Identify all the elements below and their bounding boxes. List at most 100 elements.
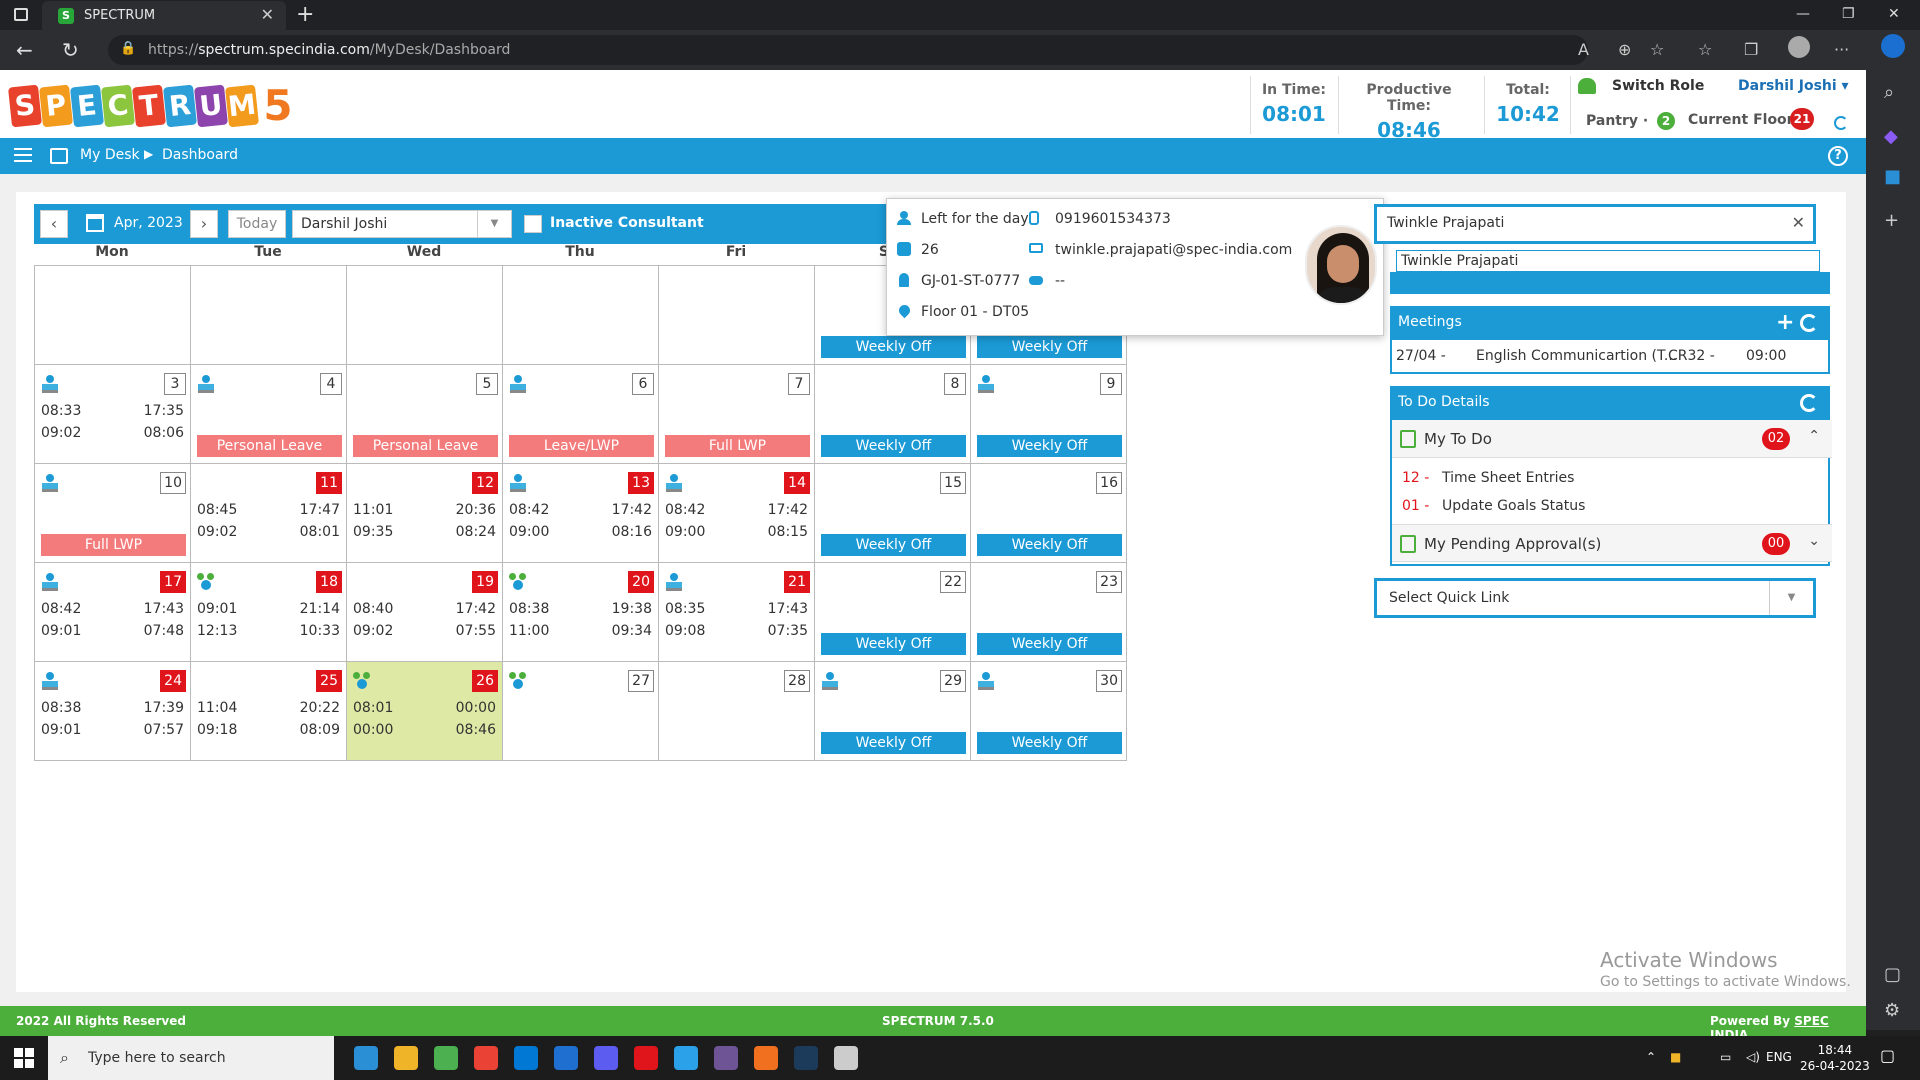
sidebar-panel-icon[interactable]: ▢ <box>1884 964 1901 985</box>
profile-avatar[interactable] <box>1788 36 1810 58</box>
new-tab-button[interactable]: + <box>296 2 314 27</box>
sidebar-search-icon[interactable]: ⌕ <box>1884 82 1894 103</box>
today-button[interactable]: Today <box>228 210 286 238</box>
read-aloud-icon[interactable]: A <box>1578 40 1589 59</box>
calendar-day-cell[interactable]: 4 Personal Leave <box>190 364 347 464</box>
calendar-day-cell[interactable]: 28 <box>658 661 815 761</box>
chevron-up-icon[interactable]: ⌃ <box>1808 428 1820 444</box>
calendar-day-cell[interactable]: 12 11:01 20:36 09:35 08:24 <box>346 463 503 563</box>
user-select[interactable]: Darshil Joshi ▼ <box>292 210 512 238</box>
calendar-day-cell[interactable]: 6 Leave/LWP <box>502 364 659 464</box>
tab-close-icon[interactable]: ✕ <box>261 5 274 24</box>
current-floor-label[interactable]: Current Floor <box>1688 112 1794 128</box>
refresh-todo-icon[interactable] <box>1800 394 1818 412</box>
calendar-day-cell[interactable]: 26 08:01 00:00 00:00 08:46 <box>346 661 503 761</box>
tray-chevron-icon[interactable]: ⌃ <box>1646 1050 1656 1064</box>
switch-role-icon[interactable] <box>1578 78 1596 94</box>
leave-label[interactable]: Personal Leave <box>353 435 498 457</box>
switch-role-link[interactable]: Switch Role <box>1612 78 1704 94</box>
hamburger-menu-icon[interactable] <box>14 148 32 162</box>
inactive-consultant-checkbox[interactable] <box>524 215 542 233</box>
calendar-day-cell[interactable]: 23 Weekly Off <box>970 562 1127 662</box>
leave-label[interactable]: Full LWP <box>665 435 810 457</box>
chevron-down-icon[interactable]: ⌄ <box>1808 533 1820 549</box>
calendar-day-cell[interactable]: 3 08:33 17:35 09:02 08:06 <box>34 364 191 464</box>
window-menu-icon[interactable] <box>14 8 28 21</box>
weekly-off-label[interactable]: Weekly Off <box>821 534 966 556</box>
skype-icon[interactable] <box>714 1046 738 1070</box>
calendar-day-cell[interactable] <box>190 265 347 365</box>
employee-email[interactable]: twinkle.prajapati@spec-india.com <box>1055 242 1292 258</box>
favorites-icon[interactable]: ☆ <box>1698 40 1712 59</box>
calendar-day-cell[interactable] <box>346 265 503 365</box>
leave-label[interactable]: Full LWP <box>41 534 186 556</box>
tray-network-icon[interactable]: ▭ <box>1720 1050 1731 1064</box>
my-todo-row[interactable]: My To Do 02 ⌃ <box>1392 420 1832 458</box>
github-icon[interactable] <box>754 1046 778 1070</box>
calendar-day-cell[interactable] <box>502 265 659 365</box>
pantry-label[interactable]: Pantry · 2 <box>1586 112 1676 130</box>
calendar-day-cell[interactable]: 25 11:04 20:22 09:18 08:09 <box>190 661 347 761</box>
weekly-off-label[interactable]: Weekly Off <box>977 534 1122 556</box>
breadcrumb-my-desk[interactable]: My Desk <box>80 147 140 163</box>
employee-phone[interactable]: 0919601534373 <box>1055 211 1171 227</box>
taskbar-search[interactable]: ⌕ Type here to search <box>48 1036 334 1080</box>
teams-icon[interactable] <box>634 1046 658 1070</box>
vscode-icon[interactable] <box>554 1046 578 1070</box>
todo-item[interactable]: 01 - Update Goals Status <box>1402 498 1585 514</box>
outlook-icon[interactable] <box>594 1046 618 1070</box>
weekly-off-label[interactable]: Weekly Off <box>821 336 966 358</box>
calendar-day-cell[interactable] <box>658 265 815 365</box>
favorite-icon[interactable]: ☆ <box>1650 40 1664 59</box>
calendar-day-cell[interactable]: 17 08:42 17:43 09:01 07:48 <box>34 562 191 662</box>
sidebar-add-icon[interactable]: + <box>1884 210 1899 231</box>
minimize-icon[interactable]: — <box>1796 6 1810 22</box>
search-suggestion[interactable]: Twinkle Prajapati <box>1396 250 1820 272</box>
back-icon[interactable]: ← <box>16 38 33 62</box>
todo-item[interactable]: 12 - Time Sheet Entries <box>1402 470 1574 486</box>
prev-month-button[interactable]: ‹ <box>40 210 68 238</box>
add-meeting-icon[interactable]: + <box>1776 310 1794 335</box>
restore-icon[interactable]: ❐ <box>1842 6 1855 22</box>
weekly-off-label[interactable]: Weekly Off <box>821 633 966 655</box>
postman-icon[interactable] <box>794 1046 818 1070</box>
pending-approvals-row[interactable]: My Pending Approval(s) 00 ⌄ <box>1392 524 1832 562</box>
sidebar-outlook-icon[interactable]: ■ <box>1884 166 1901 187</box>
user-menu[interactable]: Darshil Joshi ▾ <box>1738 78 1849 94</box>
app-icon[interactable] <box>834 1046 858 1070</box>
meeting-row[interactable]: 27/04 - English Communicartion (T... CR3… <box>1396 348 1826 368</box>
bing-icon[interactable] <box>1881 34 1905 58</box>
reload-icon[interactable]: ↻ <box>62 38 79 62</box>
leave-summary-header[interactable] <box>1390 272 1830 294</box>
leave-label[interactable]: Leave/LWP <box>509 435 654 457</box>
calendar-day-cell[interactable]: 20 08:38 19:38 11:00 09:34 <box>502 562 659 662</box>
taskbar-clock[interactable]: 18:44 26-04-2023 <box>1800 1042 1870 1074</box>
weekly-off-label[interactable]: Weekly Off <box>977 336 1122 358</box>
weekly-off-label[interactable]: Weekly Off <box>821 435 966 457</box>
calendar-day-cell[interactable]: 11 08:45 17:47 09:02 08:01 <box>190 463 347 563</box>
sidebar-settings-icon[interactable]: ⚙ <box>1884 1000 1900 1021</box>
calendar-day-cell[interactable]: 5 Personal Leave <box>346 364 503 464</box>
help-icon[interactable]: ? <box>1828 146 1848 166</box>
more-icon[interactable]: ··· <box>1834 40 1849 59</box>
calendar-day-cell[interactable]: 29 Weekly Off <box>814 661 971 761</box>
weekly-off-label[interactable]: Weekly Off <box>821 732 966 754</box>
weekly-off-label[interactable]: Weekly Off <box>977 732 1122 754</box>
tray-language[interactable]: ENG <box>1766 1050 1792 1064</box>
calendar-day-cell[interactable]: 21 08:35 17:43 09:08 07:35 <box>658 562 815 662</box>
calendar-day-cell[interactable]: 16 Weekly Off <box>970 463 1127 563</box>
weekly-off-label[interactable]: Weekly Off <box>977 435 1122 457</box>
weekly-off-label[interactable]: Weekly Off <box>977 633 1122 655</box>
calendar-day-cell[interactable]: 8 Weekly Off <box>814 364 971 464</box>
refresh-floor-icon[interactable] <box>1834 116 1848 130</box>
notification-icon[interactable]: ▢ <box>1880 1046 1895 1065</box>
next-month-button[interactable]: › <box>190 210 218 238</box>
clear-search-icon[interactable]: ✕ <box>1792 213 1805 232</box>
edge-icon[interactable] <box>434 1046 458 1070</box>
calendar-day-cell[interactable]: 14 08:42 17:42 09:00 08:15 <box>658 463 815 563</box>
zoom-icon[interactable]: ⊕ <box>1618 40 1631 59</box>
windows-start-icon[interactable] <box>14 1048 34 1068</box>
excel-icon[interactable] <box>474 1046 498 1070</box>
refresh-meetings-icon[interactable] <box>1800 314 1818 332</box>
calendar-day-cell[interactable]: 30 Weekly Off <box>970 661 1127 761</box>
